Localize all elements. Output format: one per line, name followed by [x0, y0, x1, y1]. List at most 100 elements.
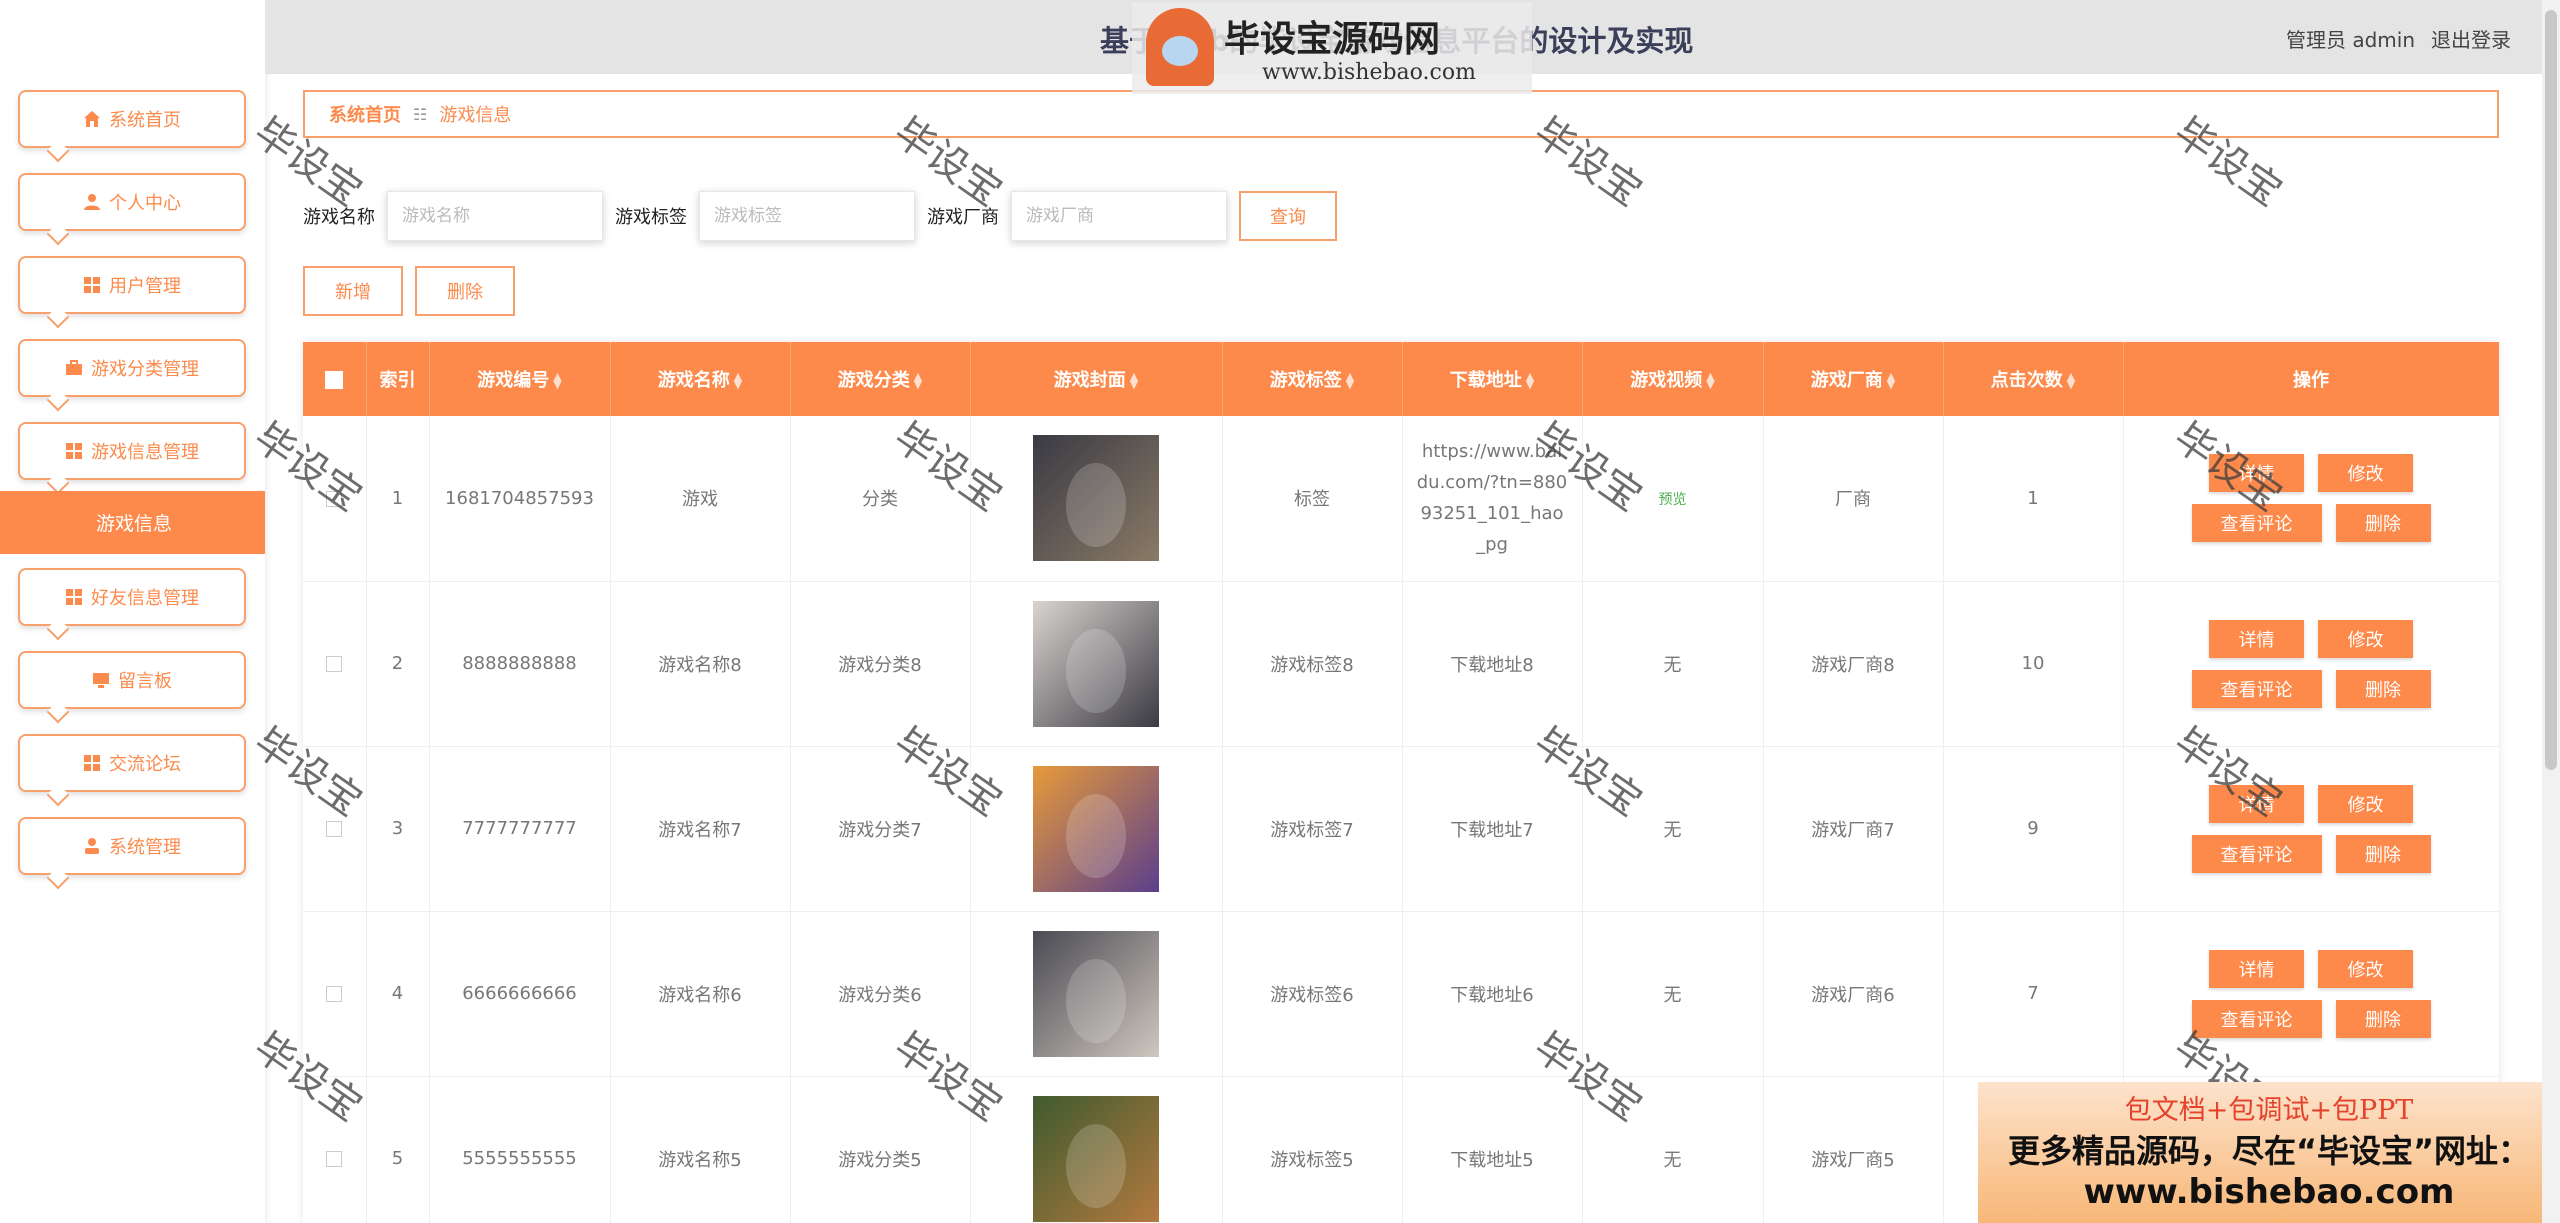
game-cover-image: [1033, 600, 1159, 727]
detail-button[interactable]: 详情: [2209, 784, 2304, 823]
edit-button[interactable]: 修改: [2318, 454, 2413, 493]
column-header[interactable]: 游戏分类 ▲ ▼: [790, 342, 971, 416]
game-id-cell: 1681704857593: [429, 416, 611, 581]
grid-icon: [65, 442, 83, 460]
column-header[interactable]: 下载地址 ▲ ▼: [1402, 342, 1583, 416]
column-header[interactable]: 游戏名称 ▲ ▼: [610, 342, 791, 416]
promo-line-1: 包文档+包调试+包PPT: [2124, 1095, 2414, 1126]
row-checkbox[interactable]: [303, 911, 367, 1076]
sidebar-item-label: 游戏信息管理: [91, 442, 199, 463]
game-category-cell: 游戏分类8: [790, 581, 971, 746]
game-vendor-cell: 游戏厂商8: [1763, 581, 1944, 746]
click-count-cell: 9: [1943, 746, 2124, 911]
sidebar-item-label: 系统首页: [109, 110, 181, 131]
sidebar-item-users[interactable]: 用户管理: [18, 256, 246, 314]
logout-link[interactable]: 退出登录: [2431, 28, 2511, 52]
table-header-row: 索引 游戏编号 ▲ ▼ 游戏名称 ▲ ▼ 游戏分类 ▲ ▼ 游戏封面 ▲ ▼ 游戏标签 ▲ ▼ 下载…: [303, 342, 2499, 416]
column-header[interactable]: 游戏标签 ▲ ▼: [1222, 342, 1403, 416]
detail-button[interactable]: 详情: [2209, 949, 2304, 988]
sidebar-subitem-game-info[interactable]: 游戏信息: [0, 491, 265, 554]
delete-button[interactable]: 删除: [2335, 999, 2431, 1038]
sidebar-item-forum[interactable]: 交流论坛: [18, 734, 246, 792]
sidebar-item-system[interactable]: 系统管理: [18, 817, 246, 875]
add-button[interactable]: 新增: [303, 266, 403, 316]
view-comments-button[interactable]: 查看评论: [2191, 504, 2322, 543]
click-count-cell: 1: [1943, 416, 2124, 581]
sidebar-item-profile[interactable]: 个人中心: [18, 173, 246, 231]
sidebar: 系统首页 个人中心 用户管理 游戏分类管理 游戏信息管理 游戏信息 好友信息管理…: [0, 0, 265, 1223]
row-checkbox[interactable]: [303, 416, 367, 581]
column-header[interactable]: 点击次数 ▲ ▼: [1943, 342, 2124, 416]
row-checkbox[interactable]: [303, 581, 367, 746]
batch-delete-button[interactable]: 删除: [415, 266, 515, 316]
index-cell: 2: [366, 581, 430, 746]
game-vendor-cell: 厂商: [1763, 416, 1944, 581]
download-url-cell: 下载地址6: [1450, 984, 1534, 1006]
select-all-checkbox[interactable]: [303, 342, 367, 416]
breadcrumb-separator-icon: ☷: [413, 104, 428, 124]
detail-button[interactable]: 详情: [2209, 454, 2304, 493]
table-row: 4 6666666666 游戏名称6 游戏分类6 游戏标签6 下载地址6 无 游…: [303, 911, 2499, 1076]
game-vendor-input[interactable]: [1011, 191, 1227, 241]
game-cover-image: [1033, 930, 1159, 1057]
logo-watermark: 毕设宝源码网 www.bishebao.com: [1132, 2, 1532, 94]
delete-button[interactable]: 删除: [2335, 504, 2431, 543]
user-icon: [83, 837, 101, 855]
sort-icon: ▲ ▼: [913, 370, 923, 391]
sort-icon: ▲ ▼: [1129, 370, 1139, 391]
delete-button[interactable]: 删除: [2335, 669, 2431, 708]
game-name-cell: 游戏名称7: [610, 746, 791, 911]
sidebar-item-game-info[interactable]: 游戏信息管理: [18, 422, 246, 480]
view-comments-button[interactable]: 查看评论: [2191, 834, 2322, 873]
sidebar-item-label: 好友信息管理: [91, 588, 199, 609]
index-cell: 3: [366, 746, 430, 911]
game-id-cell: 6666666666: [429, 911, 611, 1076]
download-url-cell: 下载地址8: [1450, 654, 1534, 676]
game-name-cell: 游戏名称6: [610, 911, 791, 1076]
sort-icon: ▲ ▼: [1886, 370, 1896, 391]
delete-button[interactable]: 删除: [2335, 834, 2431, 873]
video-cell: 无: [1663, 1149, 1682, 1171]
game-name-input[interactable]: [387, 191, 603, 241]
game-vendor-cell: 游戏厂商5: [1763, 1076, 1944, 1223]
sidebar-item-game-category[interactable]: 游戏分类管理: [18, 339, 246, 397]
row-actions: 详情 修改 查看评论 删除: [2124, 784, 2499, 873]
game-tag-cell: 游戏标签6: [1222, 911, 1403, 1076]
table-row: 1 1681704857593 游戏 分类 标签 https://www.bai…: [303, 416, 2499, 581]
game-tag-label: 游戏标签: [615, 207, 687, 228]
index-cell: 5: [366, 1076, 430, 1223]
column-header: 操作: [2123, 342, 2499, 416]
game-name-label: 游戏名称: [303, 207, 375, 228]
sidebar-item-message-board[interactable]: 留言板: [18, 651, 246, 709]
scroll-thumb[interactable]: [2545, 10, 2557, 770]
edit-button[interactable]: 修改: [2318, 784, 2413, 823]
user-label: 管理员 admin: [2286, 28, 2416, 52]
column-header[interactable]: 游戏视频 ▲ ▼: [1582, 342, 1764, 416]
game-category-cell: 游戏分类7: [790, 746, 971, 911]
row-checkbox[interactable]: [303, 746, 367, 911]
column-header[interactable]: 游戏封面 ▲ ▼: [970, 342, 1223, 416]
game-name-cell: 游戏名称5: [610, 1076, 791, 1223]
page-scrollbar[interactable]: [2542, 0, 2560, 1223]
sidebar-item-home[interactable]: 系统首页: [18, 90, 246, 148]
game-tag-input[interactable]: [699, 191, 915, 241]
column-header[interactable]: 游戏编号 ▲ ▼: [429, 342, 611, 416]
detail-button[interactable]: 详情: [2209, 619, 2304, 658]
sort-icon: ▲ ▼: [1345, 370, 1355, 391]
video-preview-link[interactable]: 预览: [1659, 492, 1687, 508]
edit-button[interactable]: 修改: [2318, 949, 2413, 988]
video-cell: 无: [1663, 984, 1682, 1006]
home-icon: [83, 110, 101, 128]
breadcrumb-home[interactable]: 系统首页: [329, 101, 401, 127]
grid-icon: [83, 754, 101, 772]
query-button[interactable]: 查询: [1239, 191, 1337, 241]
view-comments-button[interactable]: 查看评论: [2191, 669, 2322, 708]
view-comments-button[interactable]: 查看评论: [2191, 999, 2322, 1038]
sidebar-item-friends[interactable]: 好友信息管理: [18, 568, 246, 626]
sort-icon: ▲ ▼: [733, 370, 743, 391]
column-header[interactable]: 游戏厂商 ▲ ▼: [1763, 342, 1944, 416]
edit-button[interactable]: 修改: [2318, 619, 2413, 658]
row-checkbox[interactable]: [303, 1076, 367, 1223]
sort-icon: ▲ ▼: [1706, 370, 1715, 391]
sort-icon: ▲ ▼: [1525, 370, 1535, 391]
